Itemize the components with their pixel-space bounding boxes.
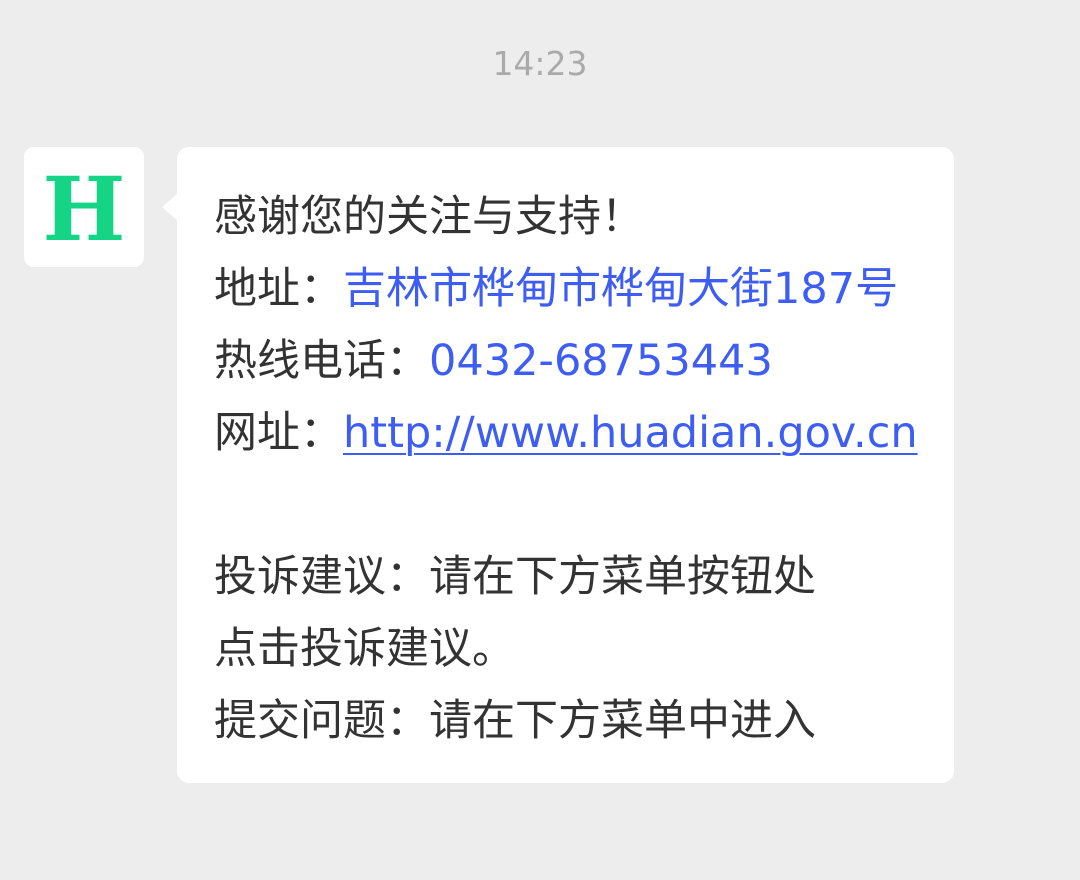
complaint-line-2: 点击投诉建议。 [214,624,515,674]
question-line: 提交问题：请在下方菜单中进入 [214,696,816,746]
bubble-tail [162,193,178,221]
greeting-line: 感谢您的关注与支持！ [214,192,644,242]
website-label: 网址： [214,408,343,458]
message-bubble[interactable]: 感谢您的关注与支持！ 地址：吉林市桦甸市桦甸大街187号 热线电话：0432-6… [162,147,954,783]
hotline-line: 热线电话：0432-68753443 [214,325,934,397]
address-label: 地址： [214,264,343,314]
message-timestamp: 14:23 [492,44,588,83]
website-line: 网址：http://www.huadian.gov.cn [214,397,934,469]
hotline-phone-link[interactable]: 0432-68753443 [429,336,773,386]
avatar-logo-letter: H [42,157,126,261]
account-avatar[interactable]: H [24,147,144,267]
hotline-label: 热线电话： [214,336,429,386]
complaint-line-1: 投诉建议：请在下方菜单按钮处 [214,552,816,602]
address-link[interactable]: 吉林市桦甸市桦甸大街187号 [343,264,898,314]
website-url-link[interactable]: http://www.huadian.gov.cn [343,408,918,458]
address-line: 地址：吉林市桦甸市桦甸大街187号 [214,253,934,325]
